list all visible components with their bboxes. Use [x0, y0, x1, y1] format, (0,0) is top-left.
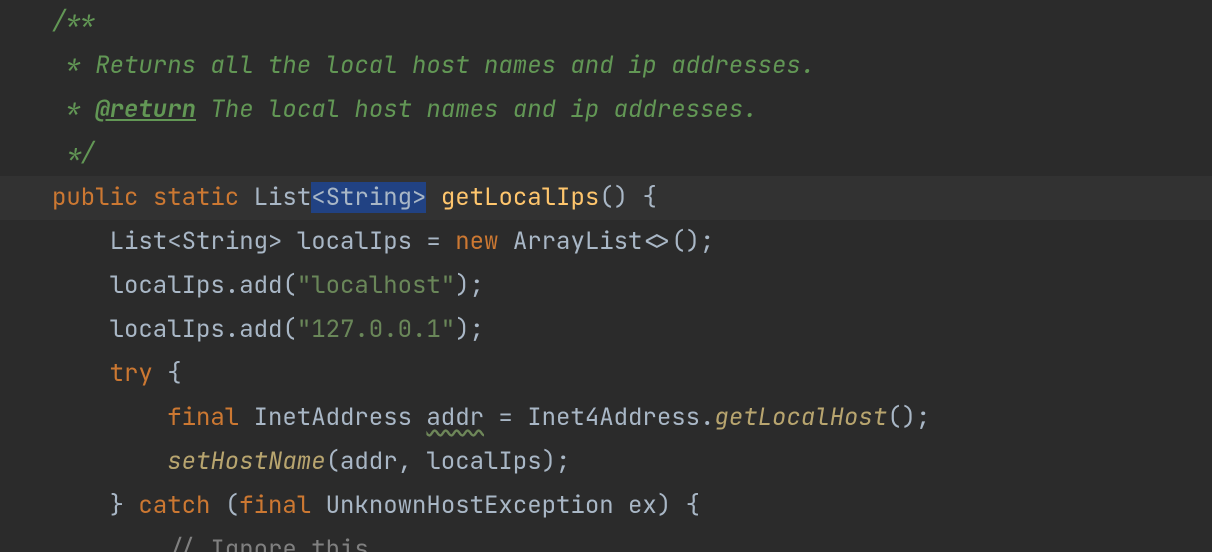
- code-line: // Ignore this.: [0, 528, 1212, 552]
- javadoc-text: The local host names and ip addresses.: [196, 94, 758, 125]
- string-literal: "localhost": [297, 270, 455, 301]
- code-line: try {: [0, 352, 1212, 396]
- static-method-call: getLocalHost: [714, 402, 887, 433]
- method-name: getLocalIps: [441, 182, 599, 213]
- code-line: localIps.add("localhost");: [0, 264, 1212, 308]
- keyword-static: static: [153, 182, 239, 213]
- keyword-try: try: [110, 358, 153, 389]
- generic-type-highlight: <String>: [311, 182, 426, 213]
- type-list: List: [254, 182, 312, 213]
- javadoc-open: /**: [52, 6, 95, 37]
- keyword-new: new: [455, 226, 498, 257]
- keyword-final: final: [239, 490, 311, 521]
- line-comment: // Ignore this.: [167, 534, 383, 552]
- javadoc-text: Returns all the local host names and ip …: [95, 50, 815, 81]
- code-line: final InetAddress addr = Inet4Address.ge…: [0, 396, 1212, 440]
- code-line: List<String> localIps = new ArrayList<>(…: [0, 220, 1212, 264]
- string-literal: "127.0.0.1": [297, 314, 455, 345]
- keyword-catch: catch: [138, 490, 210, 521]
- keyword-final: final: [167, 402, 239, 433]
- method-call: setHostName: [167, 446, 325, 477]
- code-line: /**: [0, 0, 1212, 44]
- keyword-public: public: [52, 182, 138, 213]
- code-line: * @return The local host names and ip ad…: [0, 88, 1212, 132]
- code-line: * Returns all the local host names and i…: [0, 44, 1212, 88]
- javadoc-close: */: [52, 138, 95, 169]
- variable-warning: addr: [426, 402, 484, 433]
- code-line-current: public static List<String> getLocalIps()…: [0, 176, 1212, 220]
- code-line: setHostName(addr, localIps);: [0, 440, 1212, 484]
- code-line: localIps.add("127.0.0.1");: [0, 308, 1212, 352]
- code-line: */: [0, 132, 1212, 176]
- javadoc-return-tag: @return: [95, 94, 196, 125]
- code-line: } catch (final UnknownHostException ex) …: [0, 484, 1212, 528]
- code-editor[interactable]: /** * Returns all the local host names a…: [0, 0, 1212, 552]
